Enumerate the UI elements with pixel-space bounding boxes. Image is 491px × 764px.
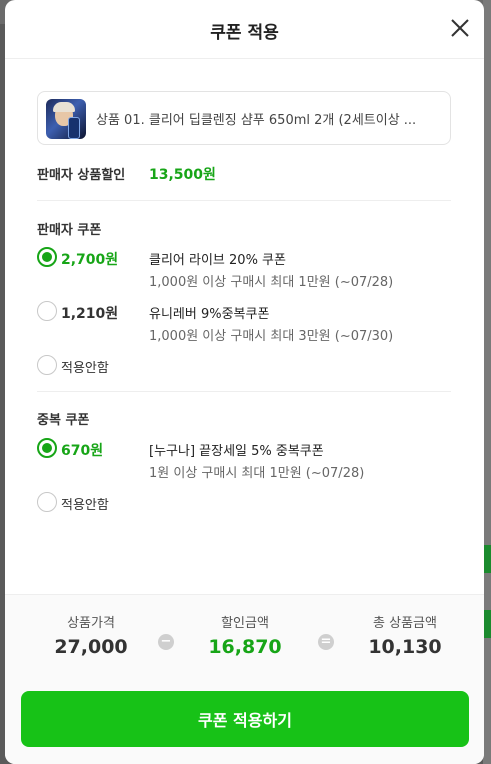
divider: [37, 200, 451, 201]
coupon-modal: 쿠폰 적용 상품 01. 클리어 딥클렌징 샴푸 650ml 2개 (2세트이상…: [5, 0, 484, 764]
total-value: 10,130: [368, 636, 442, 658]
background-page-edge: [483, 0, 491, 764]
seller-discount-label: 판매자 상품할인: [37, 168, 126, 183]
modal-title: 쿠폰 적용: [210, 23, 279, 43]
product-name: 상품 01. 클리어 딥클렌징 샴푸 650ml 2개 (2세트이상 ...: [96, 113, 417, 128]
price-label: 상품가격: [67, 616, 115, 631]
seller-coupon-name-2: 유니레버 9%중복쿠폰: [149, 307, 270, 322]
dup-coupon-name-1: [누구나] 끝장세일 5% 중복쿠폰: [149, 444, 324, 459]
seller-coupon-desc-2: 1,000원 이상 구매시 최대 3만원 (~07/30): [149, 329, 394, 344]
dup-coupon-none-radio[interactable]: [37, 492, 57, 512]
seller-discount-value: 13,500원: [149, 167, 216, 183]
dup-coupon-desc-1: 1원 이상 구매시 최대 1만원 (~07/28): [149, 466, 365, 481]
discount-label: 할인금액: [221, 616, 269, 631]
seller-coupon-amount-2[interactable]: 1,210원: [61, 303, 118, 323]
seller-coupon-title: 판매자 쿠폰: [37, 223, 102, 238]
equals-icon: =: [318, 634, 334, 650]
modal-header: 쿠폰 적용: [5, 0, 484, 59]
discount-value: 16,870: [208, 636, 282, 658]
seller-coupon-radio-1[interactable]: [37, 247, 57, 267]
close-icon[interactable]: [448, 16, 472, 40]
background-page-button: [483, 545, 491, 573]
seller-coupon-amount-1[interactable]: 2,700원: [61, 249, 118, 269]
dup-coupon-amount-1[interactable]: 670원: [61, 440, 103, 460]
dup-coupon-none-label[interactable]: 적용안함: [61, 494, 109, 513]
apply-coupon-button[interactable]: 쿠폰 적용하기: [21, 691, 469, 747]
product-card: 상품 01. 클리어 딥클렌징 샴푸 650ml 2개 (2세트이상 ...: [37, 91, 451, 145]
seller-coupon-none-label[interactable]: 적용안함: [61, 357, 109, 376]
dup-coupon-title: 중복 쿠폰: [37, 413, 90, 428]
total-label: 총 상품금액: [373, 616, 437, 631]
seller-coupon-radio-2[interactable]: [37, 301, 57, 321]
seller-coupon-none-radio[interactable]: [37, 355, 57, 375]
minus-icon: −: [158, 634, 174, 650]
dup-coupon-radio-1[interactable]: [37, 438, 57, 458]
seller-coupon-name-1: 클리어 라이브 20% 쿠폰: [149, 253, 286, 268]
seller-coupon-desc-1: 1,000원 이상 구매시 최대 1만원 (~07/28): [149, 275, 394, 290]
product-thumbnail: [46, 99, 86, 139]
price-value: 27,000: [54, 636, 128, 658]
divider: [37, 391, 451, 392]
background-page-button: [483, 610, 491, 638]
